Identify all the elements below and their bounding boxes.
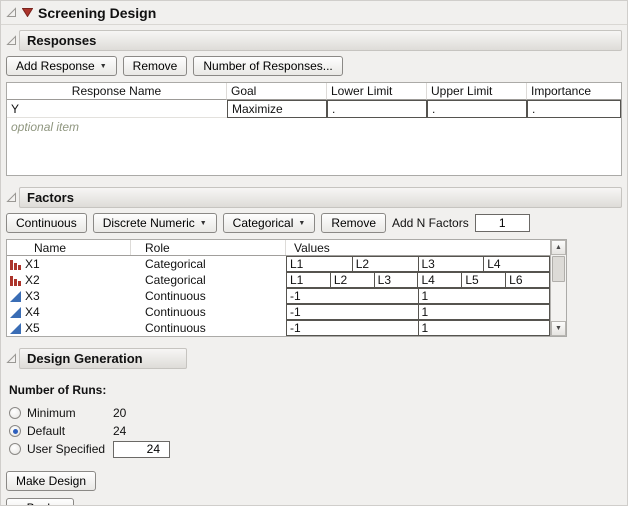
discrete-numeric-button[interactable]: Discrete Numeric ▼ — [93, 213, 217, 233]
factor-value-cell[interactable]: L1 — [286, 256, 353, 272]
add-n-factors-input[interactable] — [475, 214, 530, 232]
factor-row: X2 Categorical L1 L2 L3 L4 L5 L6 — [7, 272, 550, 288]
disclosure-icon[interactable] — [6, 35, 17, 46]
remove-response-button[interactable]: Remove — [123, 56, 188, 76]
continuous-button[interactable]: Continuous — [6, 213, 87, 233]
response-importance-cell[interactable]: . — [527, 100, 621, 118]
factor-row: X4 Continuous -1 1 — [7, 304, 550, 320]
factor-row: X5 Continuous -1 1 — [7, 320, 550, 336]
radio-option-user-specified[interactable]: User Specified — [9, 440, 622, 458]
optional-item-row[interactable]: optional item — [7, 118, 621, 135]
disclosure-icon[interactable] — [6, 353, 17, 364]
factor-value-cell[interactable]: L1 — [286, 272, 331, 288]
red-triangle-menu-icon[interactable] — [22, 8, 33, 17]
user-specified-runs-input[interactable] — [113, 441, 170, 458]
column-header-importance: Importance — [527, 83, 621, 100]
factor-role[interactable]: Categorical — [131, 272, 286, 288]
page-title: Screening Design — [38, 5, 156, 21]
add-response-button[interactable]: Add Response ▼ — [6, 56, 117, 76]
factor-row: X1 Categorical L1 L2 L3 L4 — [7, 256, 550, 272]
responses-table: Response Name Goal Lower Limit Upper Lim… — [6, 82, 622, 176]
column-header-role: Role — [131, 240, 286, 255]
continuous-icon — [10, 307, 21, 318]
factor-value-cell[interactable]: L4 — [483, 256, 550, 272]
radio-label: Default — [27, 424, 113, 438]
categorical-icon — [10, 259, 21, 270]
factor-value-cell[interactable]: -1 — [286, 304, 419, 320]
remove-factor-button[interactable]: Remove — [321, 213, 386, 233]
column-header-goal: Goal — [227, 83, 327, 100]
scroll-up-button[interactable]: ▲ — [551, 240, 566, 255]
factors-scrollbar[interactable]: ▲ ▼ — [550, 240, 566, 336]
radio-option-default[interactable]: Default 24 — [9, 422, 622, 440]
minimum-runs-value: 20 — [113, 406, 153, 420]
continuous-icon — [10, 323, 21, 334]
factor-name[interactable]: X4 — [25, 305, 40, 319]
column-header-response-name: Response Name — [7, 83, 227, 100]
continuous-icon — [10, 291, 21, 302]
column-header-upper-limit: Upper Limit — [427, 83, 527, 100]
default-runs-value: 24 — [113, 424, 153, 438]
screening-design-window: Screening Design Responses Add Response … — [0, 0, 628, 506]
design-generation-header[interactable]: Design Generation — [19, 348, 187, 369]
factor-value-cell[interactable]: L4 — [417, 272, 462, 288]
factor-role[interactable]: Continuous — [131, 304, 286, 320]
add-n-factors-label: Add N Factors — [392, 216, 469, 230]
radio-button[interactable] — [9, 407, 21, 419]
factor-value-cell[interactable]: -1 — [286, 320, 419, 336]
factor-row: X3 Continuous -1 1 — [7, 288, 550, 304]
categorical-icon — [10, 275, 21, 286]
categorical-button[interactable]: Categorical ▼ — [223, 213, 316, 233]
make-design-button[interactable]: Make Design — [6, 471, 96, 491]
factor-value-cell[interactable]: 1 — [418, 320, 551, 336]
titlebar: Screening Design — [1, 1, 627, 25]
response-upper-limit-cell[interactable]: . — [427, 100, 527, 118]
responses-table-empty-area — [7, 135, 621, 175]
factor-value-cell[interactable]: L3 — [374, 272, 419, 288]
number-of-runs-label: Number of Runs: — [9, 383, 622, 397]
back-button[interactable]: Back — [6, 498, 74, 506]
factor-value-cell[interactable]: L5 — [461, 272, 506, 288]
scroll-down-button[interactable]: ▼ — [551, 321, 566, 336]
design-generation-section: Design Generation Number of Runs: Minimu… — [1, 337, 627, 506]
responses-section: Responses Add Response ▼ Remove Number o… — [1, 25, 627, 176]
column-header-values: Values — [286, 240, 550, 255]
column-header-lower-limit: Lower Limit — [327, 83, 427, 100]
factors-table: Name Role Values X1 Categorical L1 — [6, 239, 567, 337]
disclosure-icon[interactable] — [6, 192, 17, 203]
radio-label: Minimum — [27, 406, 113, 420]
factor-role[interactable]: Continuous — [131, 288, 286, 304]
responses-header[interactable]: Responses — [19, 30, 622, 51]
factor-value-cell[interactable]: 1 — [418, 304, 551, 320]
response-goal-cell[interactable]: Maximize — [227, 100, 327, 118]
number-of-responses-button[interactable]: Number of Responses... — [193, 56, 342, 76]
factor-value-cell[interactable]: 1 — [418, 288, 551, 304]
chevron-down-icon: ▼ — [298, 220, 305, 227]
factor-role[interactable]: Continuous — [131, 320, 286, 336]
factor-value-cell[interactable]: L2 — [352, 256, 419, 272]
factor-name[interactable]: X3 — [25, 289, 40, 303]
scrollbar-thumb[interactable] — [552, 256, 565, 282]
chevron-down-icon: ▼ — [200, 220, 207, 227]
factors-section: Factors Continuous Discrete Numeric ▼ Ca… — [1, 176, 627, 337]
factor-name[interactable]: X5 — [25, 321, 40, 335]
factors-header[interactable]: Factors — [19, 187, 622, 208]
factor-name[interactable]: X2 — [25, 273, 40, 287]
chevron-down-icon: ▼ — [100, 63, 107, 70]
radio-button[interactable] — [9, 443, 21, 455]
disclosure-icon[interactable] — [6, 7, 17, 18]
factor-value-cell[interactable]: -1 — [286, 288, 419, 304]
response-lower-limit-cell[interactable]: . — [327, 100, 427, 118]
factor-value-cell[interactable]: L6 — [505, 272, 550, 288]
factor-value-cell[interactable]: L2 — [330, 272, 375, 288]
radio-label: User Specified — [27, 442, 113, 456]
factor-role[interactable]: Categorical — [131, 256, 286, 272]
radio-button-selected[interactable] — [9, 425, 21, 437]
radio-option-minimum[interactable]: Minimum 20 — [9, 404, 622, 422]
factor-value-cell[interactable]: L3 — [418, 256, 485, 272]
response-name-cell[interactable]: Y — [7, 100, 227, 118]
factor-name[interactable]: X1 — [25, 257, 40, 271]
column-header-name: Name — [7, 240, 131, 255]
